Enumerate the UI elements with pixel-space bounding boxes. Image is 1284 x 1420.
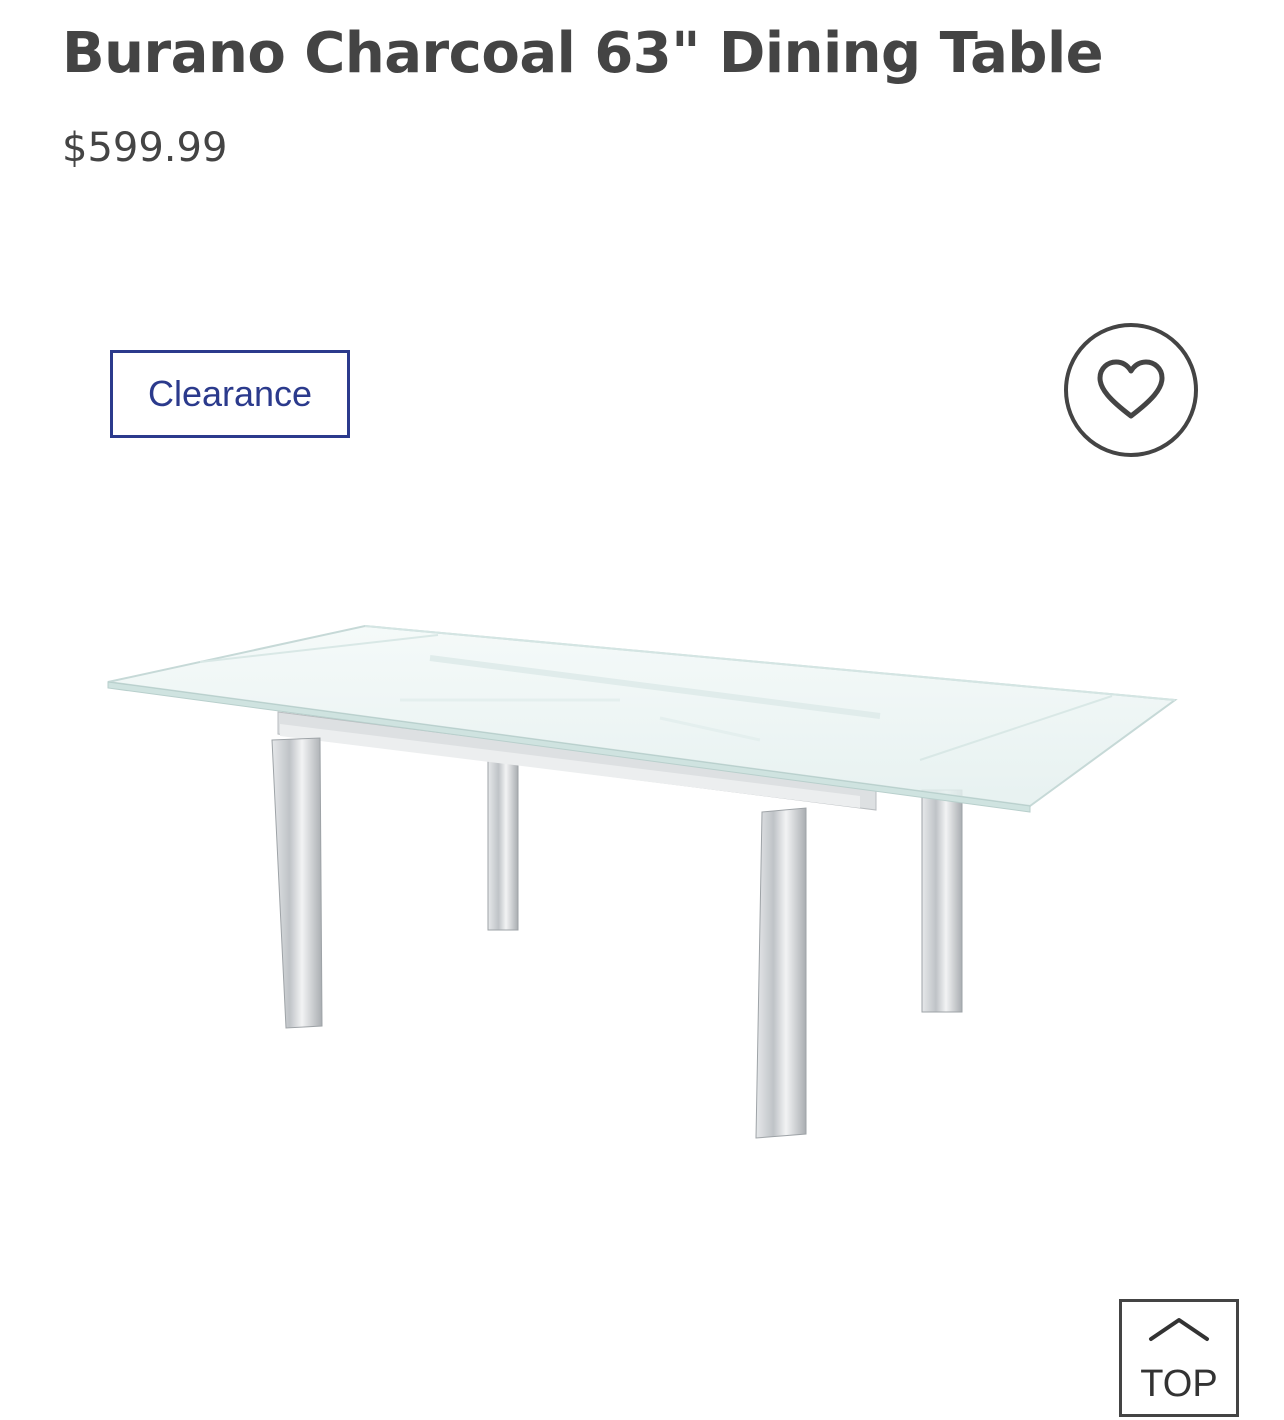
product-title: Burano Charcoal 63" Dining Table: [62, 21, 1104, 86]
wishlist-button[interactable]: [1064, 323, 1198, 457]
clearance-badge: Clearance: [110, 350, 350, 438]
chevron-up-icon: [1149, 1318, 1209, 1341]
scroll-to-top-label: TOP: [1140, 1363, 1218, 1405]
product-price: $599.99: [62, 125, 228, 171]
heart-icon: [1097, 359, 1165, 419]
glass-dining-table-image: [107, 624, 1178, 1139]
scroll-to-top-button[interactable]: TOP: [1119, 1299, 1239, 1417]
